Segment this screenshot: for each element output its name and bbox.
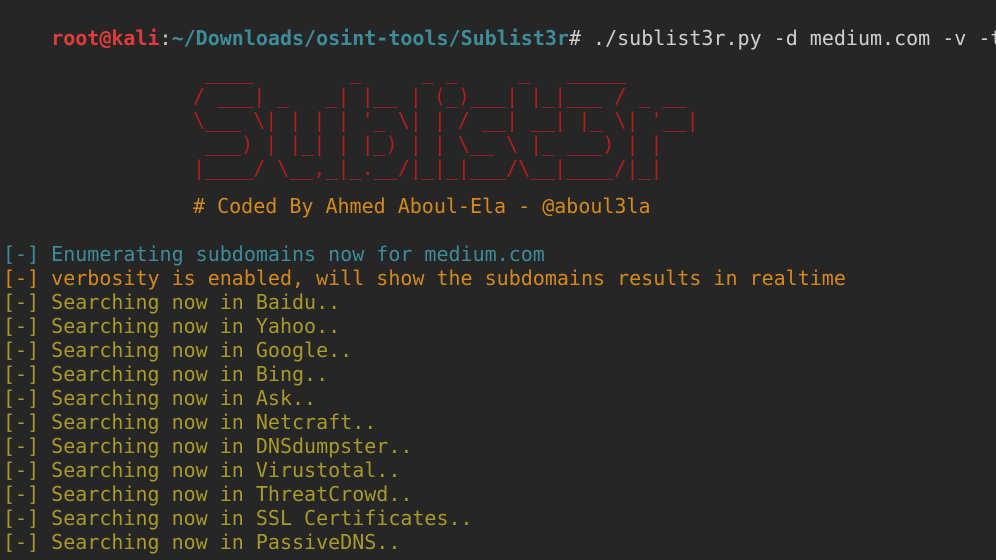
prompt-line: root@kali:~/Downloads/osint-tools/Sublis… [3, 2, 996, 50]
output-line: [-] Searching now in Virustotal.. [3, 458, 401, 482]
output-line: [-] Searching now in Bing.. [3, 362, 329, 386]
output-line: [-] Searching now in SSL Certificates.. [3, 506, 473, 530]
output-line: [-] Searching now in Netcraft.. [3, 410, 377, 434]
output-line: [-] Searching now in PassiveDNS.. [3, 530, 401, 554]
output-line: [-] Searching now in Ask.. [3, 386, 317, 410]
prompt-separator: : [159, 26, 172, 50]
prompt-symbol: # [568, 26, 594, 50]
output-line: [-] Searching now in Google.. [3, 338, 353, 362]
coded-by-line: # Coded By Ahmed Aboul-Ela - @aboul3la [193, 194, 651, 218]
output-line: [-] Searching now in ThreatCrowd.. [3, 482, 413, 506]
sublist3r-ascii-banner: ____ _ _ _ _ _____ / ___| _ _| |__ | (_)… [193, 60, 699, 180]
output-line: [-] Searching now in Baidu.. [3, 290, 341, 314]
prompt-user-host: root@kali [51, 26, 160, 50]
terminal-window[interactable]: root@kali:~/Downloads/osint-tools/Sublis… [0, 0, 996, 560]
output-line: [-] Enumerating subdomains now for mediu… [3, 242, 545, 266]
output-line: [-] Searching now in DNSdumpster.. [3, 434, 413, 458]
prompt-path: ~/Downloads/osint-tools/Sublist3r [171, 26, 569, 50]
command-text: ./sublist3r.py -d medium.com -v -t 10 [593, 26, 996, 50]
output-line: [-] verbosity is enabled, will show the … [3, 266, 846, 290]
output-line: [-] Searching now in Yahoo.. [3, 314, 341, 338]
